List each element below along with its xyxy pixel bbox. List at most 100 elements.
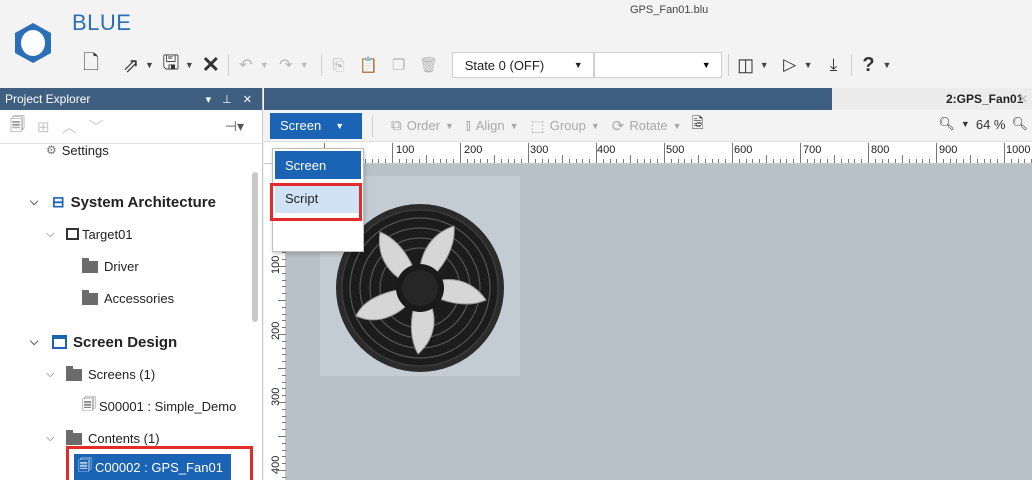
move-down-icon[interactable]: ﹀ [89,116,104,137]
target-select[interactable]: ▼ [593,52,722,78]
ruler-tick [752,159,754,163]
state-select[interactable]: State 0 (OFF) ▼ [451,52,594,78]
ruler-tick [840,159,842,163]
ruler-tick [609,159,611,163]
ruler-tick [895,159,897,163]
chevron-down-icon[interactable]: ▼ [961,119,970,129]
tree-item-settings[interactable]: ⚙ Settings [46,138,109,162]
chevron-down-icon[interactable]: ⌵ [46,368,60,381]
ruler-label: 1000 [1006,144,1031,156]
tree-item-driver[interactable]: Driver [82,254,139,278]
ruler-tick [623,159,625,163]
zoom-level: 64 % [975,116,1006,132]
ruler-tick [956,159,958,163]
chevron-down-icon[interactable]: ⌵ [46,228,60,241]
ruler-tick [528,143,529,163]
tree-item-screen-s00001[interactable]: 🗐 S00001 : Simple_Demo [82,394,236,418]
ruler-tick [942,159,944,163]
tab-gps-fan01[interactable]: 2:GPS_Fan01 ✕ [832,88,1032,110]
save-icon[interactable]: 🖫 [160,50,182,80]
chevron-down-icon[interactable]: ⌵ [30,336,44,349]
tree-item-screen-design[interactable]: ⌵ Screen Design [30,330,177,354]
screen-dropdown[interactable]: Screen ▼ [270,112,362,139]
ruler-tick [902,155,903,163]
toolbar-divider [850,54,852,76]
align-icon: ⫾ [465,117,471,134]
screen-dropdown-label: Screen [280,118,322,133]
add-item-icon[interactable]: 🗐 [10,114,25,139]
ruler-tick [806,159,808,163]
ruler-tick [861,159,863,163]
tree-item-target[interactable]: ⌵ Target01 [46,222,133,246]
copy-icon[interactable]: ⎘ [328,50,350,80]
rotate-icon: ⟳ [611,117,625,135]
explorer-scrollbar[interactable] [252,172,258,322]
ruler-tick [487,159,489,163]
tree-item-label: Settings [61,142,109,158]
close-icon[interactable]: ✕ [200,50,222,80]
move-up-icon[interactable]: ︿ [62,116,77,137]
close-tab-icon[interactable]: ✕ [1018,92,1028,106]
document-title: GPS_Fan01.blu [630,4,709,16]
help-dropdown-icon[interactable]: ▼ [883,60,892,70]
play-icon[interactable]: ▷ [779,50,801,80]
ruler-tick [385,159,387,163]
ruler-tick [466,159,468,163]
explorer-window-controls[interactable]: ▾ ⊥ ✕ [206,93,256,106]
chevron-down-icon[interactable]: ⌵ [46,432,60,445]
help-icon[interactable]: ? [858,50,880,80]
download-icon[interactable]: ⤓ [823,50,845,80]
paste-icon[interactable]: 📋 [358,50,380,80]
ruler-tick [772,159,774,163]
ruler-tick [718,159,720,163]
redo-icon[interactable]: ↷ [275,50,297,80]
ruler-tick [847,159,849,163]
ruler-label: 900 [939,144,958,156]
ruler-tick [1010,159,1012,163]
ruler-tick [949,159,951,163]
tree-item-accessories[interactable]: Accessories [82,286,174,310]
ruler-tick [908,159,910,163]
open-icon[interactable]: ⇗ [120,50,142,80]
undo-icon[interactable]: ↶ [235,50,257,80]
group-button[interactable]: ⬚ Group ▼ [531,117,600,135]
menu-item-screen[interactable]: Screen [275,151,361,179]
layout-icon[interactable]: ◫ [735,50,757,80]
tree-item-screens[interactable]: ⌵ Screens (1) [46,362,155,386]
order-button[interactable]: ⧉ Order ▼ [391,117,454,134]
new-file-icon[interactable]: 🗋 [80,50,102,80]
ruler-tick [562,155,563,163]
ruler-tick [1004,143,1005,163]
explorer-toolbar: 🗐 ⊞ ︿ ﹀ ⊣▾ [0,110,262,144]
tree-item-label: Accessories [104,290,175,306]
pin-icon[interactable]: ⊣▾ [225,118,244,135]
chevron-down-icon: ▼ [672,120,682,131]
tree-item-label: Screens (1) [88,366,156,382]
tree-item-system-architecture[interactable]: ⌵ ⊟ System Architecture [30,190,216,214]
zoom-out-icon[interactable]: 🔍︎ [938,116,955,132]
ruler-tick [711,159,713,163]
align-button[interactable]: ⫾ Align ▼ [466,117,519,134]
undo-dropdown-icon[interactable]: ▼ [260,60,269,70]
settings-icon: ⚙ [46,143,57,157]
save-dropdown-icon[interactable]: ▼ [185,60,194,70]
ruler-label: 800 [871,144,890,156]
preview-icon[interactable]: 🗟 [692,113,704,138]
ruler-tick [378,159,380,163]
ruler-tick [514,159,516,163]
toolbar-divider [727,54,729,76]
delete-icon[interactable]: 🗑 [418,50,440,80]
design-canvas[interactable] [286,164,1032,480]
layout-dropdown-icon[interactable]: ▼ [760,60,769,70]
rotate-button[interactable]: ⟳ Rotate ▼ [612,117,682,135]
chevron-down-icon[interactable]: ⌵ [30,196,44,209]
ruler-label: 700 [803,144,822,156]
ruler-label: 400 [270,455,282,474]
duplicate-icon[interactable]: ❐ [388,50,410,80]
zoom-in-icon[interactable]: 🔍︎ [1011,116,1028,132]
add-child-icon[interactable]: ⊞ [37,118,50,136]
open-dropdown-icon[interactable]: ▼ [145,60,154,70]
play-dropdown-icon[interactable]: ▼ [804,60,813,70]
ruler-tick [371,159,373,163]
redo-dropdown-icon[interactable]: ▼ [300,60,309,70]
